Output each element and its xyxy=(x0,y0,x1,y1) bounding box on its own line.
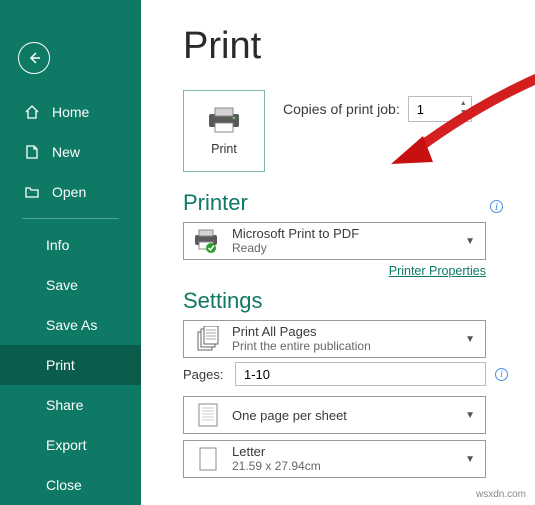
nav-info[interactable]: Info xyxy=(0,225,141,265)
nav-print[interactable]: Print xyxy=(0,345,141,385)
chevron-down-icon: ▼ xyxy=(465,454,475,465)
backstage-sidebar: Home New Open Info Save Save As Print Sh… xyxy=(0,0,141,505)
printer-name: Microsoft Print to PDF xyxy=(232,226,359,241)
printer-icon xyxy=(207,106,241,134)
copies-spinner[interactable]: 1 ▲▼ xyxy=(408,96,472,122)
nav-label: Share xyxy=(46,397,83,413)
info-icon[interactable]: i xyxy=(495,368,508,381)
nav-label: Info xyxy=(46,237,69,253)
print-range-dropdown[interactable]: Print All PagesPrint the entire publicat… xyxy=(183,320,486,358)
paper-name: Letter xyxy=(232,444,321,459)
pages-label: Pages: xyxy=(183,367,225,382)
nav-save-as[interactable]: Save As xyxy=(0,305,141,345)
printer-ready-icon xyxy=(194,227,222,255)
pages-input[interactable] xyxy=(235,362,486,386)
nav-label: Open xyxy=(52,184,86,200)
settings-heading: Settings xyxy=(183,288,263,314)
chevron-down-icon: ▼ xyxy=(465,410,475,421)
nav-label: Print xyxy=(46,357,75,373)
print-button-label: Print xyxy=(211,142,237,156)
sidebar-divider xyxy=(22,218,119,219)
printer-properties-link[interactable]: Printer Properties xyxy=(183,264,486,278)
pages-stack-icon xyxy=(194,325,222,353)
main-panel: Print Print Copies of print job: 1 ▲▼ Pr… xyxy=(141,0,535,505)
nav-home[interactable]: Home xyxy=(0,92,141,132)
spinner-arrows-icon[interactable]: ▲▼ xyxy=(460,99,467,117)
home-icon xyxy=(22,102,42,122)
nav-save[interactable]: Save xyxy=(0,265,141,305)
copies-label: Copies of print job: xyxy=(283,101,400,117)
nav-open[interactable]: Open xyxy=(0,172,141,212)
open-icon xyxy=(22,182,42,202)
nav-label: Save As xyxy=(46,317,97,333)
new-icon xyxy=(22,142,42,162)
chevron-down-icon: ▼ xyxy=(465,334,475,345)
info-icon[interactable]: i xyxy=(490,200,503,213)
page-grid-icon xyxy=(194,401,222,429)
nav-label: New xyxy=(52,144,80,160)
copies-value: 1 xyxy=(417,102,424,117)
pages-per-sheet-dropdown[interactable]: One page per sheet ▼ xyxy=(183,396,486,434)
print-range-sub: Print the entire publication xyxy=(232,339,371,354)
nav-export[interactable]: Export xyxy=(0,425,141,465)
watermark: wsxdn.com xyxy=(473,488,529,501)
nav-close[interactable]: Close xyxy=(0,465,141,505)
nav-label: Export xyxy=(46,437,86,453)
printer-status: Ready xyxy=(232,241,359,256)
chevron-down-icon: ▼ xyxy=(465,236,475,247)
print-button[interactable]: Print xyxy=(183,90,265,172)
nav-label: Save xyxy=(46,277,78,293)
back-arrow-icon xyxy=(26,50,42,66)
nav-label: Home xyxy=(52,104,89,120)
pages-per-sheet-label: One page per sheet xyxy=(232,408,347,423)
paper-icon xyxy=(194,445,222,473)
paper-size-dropdown[interactable]: Letter21.59 x 27.94cm ▼ xyxy=(183,440,486,478)
nav-label: Close xyxy=(46,477,82,493)
nav-new[interactable]: New xyxy=(0,132,141,172)
back-button[interactable] xyxy=(18,42,50,74)
printer-dropdown[interactable]: Microsoft Print to PDFReady ▼ xyxy=(183,222,486,260)
nav-share[interactable]: Share xyxy=(0,385,141,425)
printer-heading: Printer xyxy=(183,190,248,216)
page-title: Print xyxy=(183,25,503,68)
print-range-title: Print All Pages xyxy=(232,324,371,339)
paper-size: 21.59 x 27.94cm xyxy=(232,459,321,474)
